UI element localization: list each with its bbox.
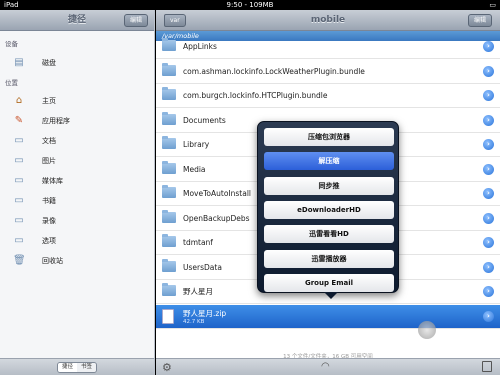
- file-name: Media: [183, 164, 206, 174]
- popover-option[interactable]: 迅雷看看HD: [264, 225, 394, 244]
- sidebar-item-label: 磁盘: [42, 59, 56, 67]
- folder-title: mobile: [310, 15, 346, 25]
- disclosure-icon[interactable]: ›: [483, 188, 494, 199]
- file-row[interactable]: com.burgch.lockinfo.HTCPlugin.bundle ›: [156, 84, 500, 108]
- sidebar-item[interactable]: ▤ 磁盘: [0, 54, 154, 72]
- status-bar: iPad 9:50 - 109MB ▭: [0, 0, 500, 10]
- sidebar-item-label: 媒体库: [42, 177, 63, 185]
- file-edit-button[interactable]: 编辑: [467, 14, 492, 27]
- file-row[interactable]: AppLinks ›: [156, 35, 500, 59]
- file-navbar: var mobile 编辑: [156, 10, 500, 31]
- tab-shortcuts[interactable]: 捷径: [58, 363, 77, 372]
- trash-icon: 🗑: [13, 255, 26, 266]
- screen: iPad 9:50 - 109MB ▭ 捷径 编辑 设备 ▤ 磁盘 位置 ⌂ 主页 ✎…: [0, 0, 500, 375]
- file-name: AppLinks: [183, 42, 217, 51]
- disclosure-icon[interactable]: ›: [483, 237, 494, 248]
- selected-file-size: 42.7 KB: [183, 319, 205, 325]
- disclosure-icon[interactable]: ›: [483, 286, 494, 297]
- file-name: com.burgch.lockinfo.HTCPlugin.bundle: [183, 91, 328, 100]
- sidebar-item-label: 录像: [42, 217, 56, 225]
- disclosure-icon[interactable]: ›: [483, 163, 494, 175]
- sidebar-item[interactable]: ▭ 媒体库: [0, 172, 154, 190]
- file-name: MoveToAutoInstall: [183, 189, 251, 198]
- file-name: Documents: [183, 115, 226, 125]
- popover-option[interactable]: eDownloaderHD: [264, 200, 394, 219]
- sidebar-item-label: 选项: [42, 237, 56, 245]
- open-with-popover: 压缩包浏览器 解压缩同步推 eDownloaderHD 迅雷看看HD 迅雷播放器 Grou…: [257, 121, 399, 299]
- popover-option[interactable]: 同步推: [264, 176, 394, 195]
- apps-icon: ✎: [14, 115, 24, 126]
- status-time: 9:50 - 109MB: [226, 1, 274, 9]
- battery-icon: ▭: [489, 1, 496, 9]
- copy-icon[interactable]: [482, 361, 492, 372]
- folder-icon: ▭: [14, 195, 24, 206]
- disclosure-icon[interactable]: ›: [483, 212, 494, 224]
- sidebar-item-label: 应用程序: [42, 117, 70, 125]
- popover-arrow: [324, 292, 338, 299]
- home-icon: ⌂: [15, 95, 23, 106]
- sidebar-item[interactable]: ▭ 书籍: [0, 192, 154, 210]
- shortcuts-edit-button[interactable]: 编辑: [123, 14, 148, 27]
- watermark-logo: [418, 317, 488, 357]
- folder-icon: [162, 136, 176, 149]
- shortcuts-navbar: 捷径 编辑: [0, 10, 154, 31]
- popover-option[interactable]: 迅雷播放器: [264, 249, 394, 268]
- popover-option[interactable]: Group Email: [264, 273, 394, 292]
- folder-icon: ▭: [14, 155, 24, 166]
- sidebar-item[interactable]: ▭ 图片: [0, 152, 154, 170]
- disclosure-icon[interactable]: ›: [483, 139, 494, 150]
- file-name: OpenBackupDebs: [183, 213, 250, 223]
- wifi-icon[interactable]: ◠: [321, 361, 330, 372]
- file-row[interactable]: com.ashman.lockinfo.LockWeatherPlugin.bu…: [156, 60, 500, 84]
- folder-icon: [162, 258, 176, 272]
- file-name: tdmtanf: [183, 238, 213, 247]
- watermark-emblem: [418, 321, 436, 339]
- folder-icon: [162, 62, 176, 76]
- file-name: Library: [183, 140, 210, 149]
- sidebar-item-label: 图片: [42, 157, 56, 165]
- shortcuts-bookmarks-segment: 捷径 书签: [57, 362, 97, 373]
- folder-icon: [162, 160, 176, 174]
- folder-icon: ▭: [14, 135, 24, 146]
- folder-icon: ▭: [14, 215, 24, 226]
- file-toolbar: ⚙ ◠: [156, 358, 500, 375]
- sidebar-item[interactable]: ▭ 选项: [0, 232, 154, 250]
- folder-icon: [162, 111, 176, 125]
- device-section-header: 设备: [5, 40, 18, 48]
- disclosure-icon[interactable]: ›: [483, 261, 494, 273]
- folder-icon: [162, 38, 176, 51]
- folder-icon: [162, 283, 176, 296]
- folder-icon: [162, 234, 176, 247]
- disclosure-icon[interactable]: ›: [483, 90, 494, 101]
- zip-file-icon: [162, 309, 174, 324]
- gear-icon[interactable]: ⚙: [162, 361, 172, 374]
- shortcuts-bottom-bar: 捷径 书签: [0, 358, 154, 375]
- location-section-header: 位置: [5, 79, 18, 87]
- tab-bookmarks[interactable]: 书签: [77, 363, 96, 372]
- disk-icon: ▤: [14, 57, 24, 68]
- sidebar-item-label: 回收站: [42, 257, 63, 265]
- sidebar-item[interactable]: ✎ 应用程序: [0, 112, 154, 130]
- folder-icon: ▭: [14, 235, 24, 246]
- sidebar-item[interactable]: ▭ 文档: [0, 132, 154, 150]
- popover-option[interactable]: 压缩包浏览器: [264, 128, 394, 146]
- disclosure-icon[interactable]: ›: [483, 41, 494, 52]
- file-name: com.ashman.lockinfo.LockWeatherPlugin.bu…: [183, 66, 365, 76]
- file-name: 野人星月: [183, 287, 213, 296]
- sidebar-item-label: 文档: [42, 137, 56, 145]
- sidebar-item-label: 主页: [42, 97, 56, 105]
- sidebar-item-label: 书籍: [42, 197, 56, 205]
- sidebar-item[interactable]: 🗑 回收站: [0, 252, 154, 270]
- file-name: UsersData: [183, 262, 222, 272]
- folder-icon: [162, 185, 176, 198]
- folder-icon: [162, 209, 176, 223]
- sidebar-item[interactable]: ▭ 录像: [0, 212, 154, 230]
- folder-icon: [162, 87, 176, 100]
- sidebar-item[interactable]: ⌂ 主页: [0, 92, 154, 110]
- disclosure-icon[interactable]: ›: [483, 65, 494, 77]
- shortcuts-panel: 捷径 编辑 设备 ▤ 磁盘 位置 ⌂ 主页 ✎ 应用程序 ▭ 文档 ▭ 图片 ▭ 媒体库 ▭ 书籍 ▭ 录像…: [0, 10, 155, 375]
- popover-option[interactable]: 解压缩: [264, 152, 394, 171]
- folder-icon: ▭: [14, 175, 24, 186]
- disclosure-icon[interactable]: ›: [483, 114, 494, 126]
